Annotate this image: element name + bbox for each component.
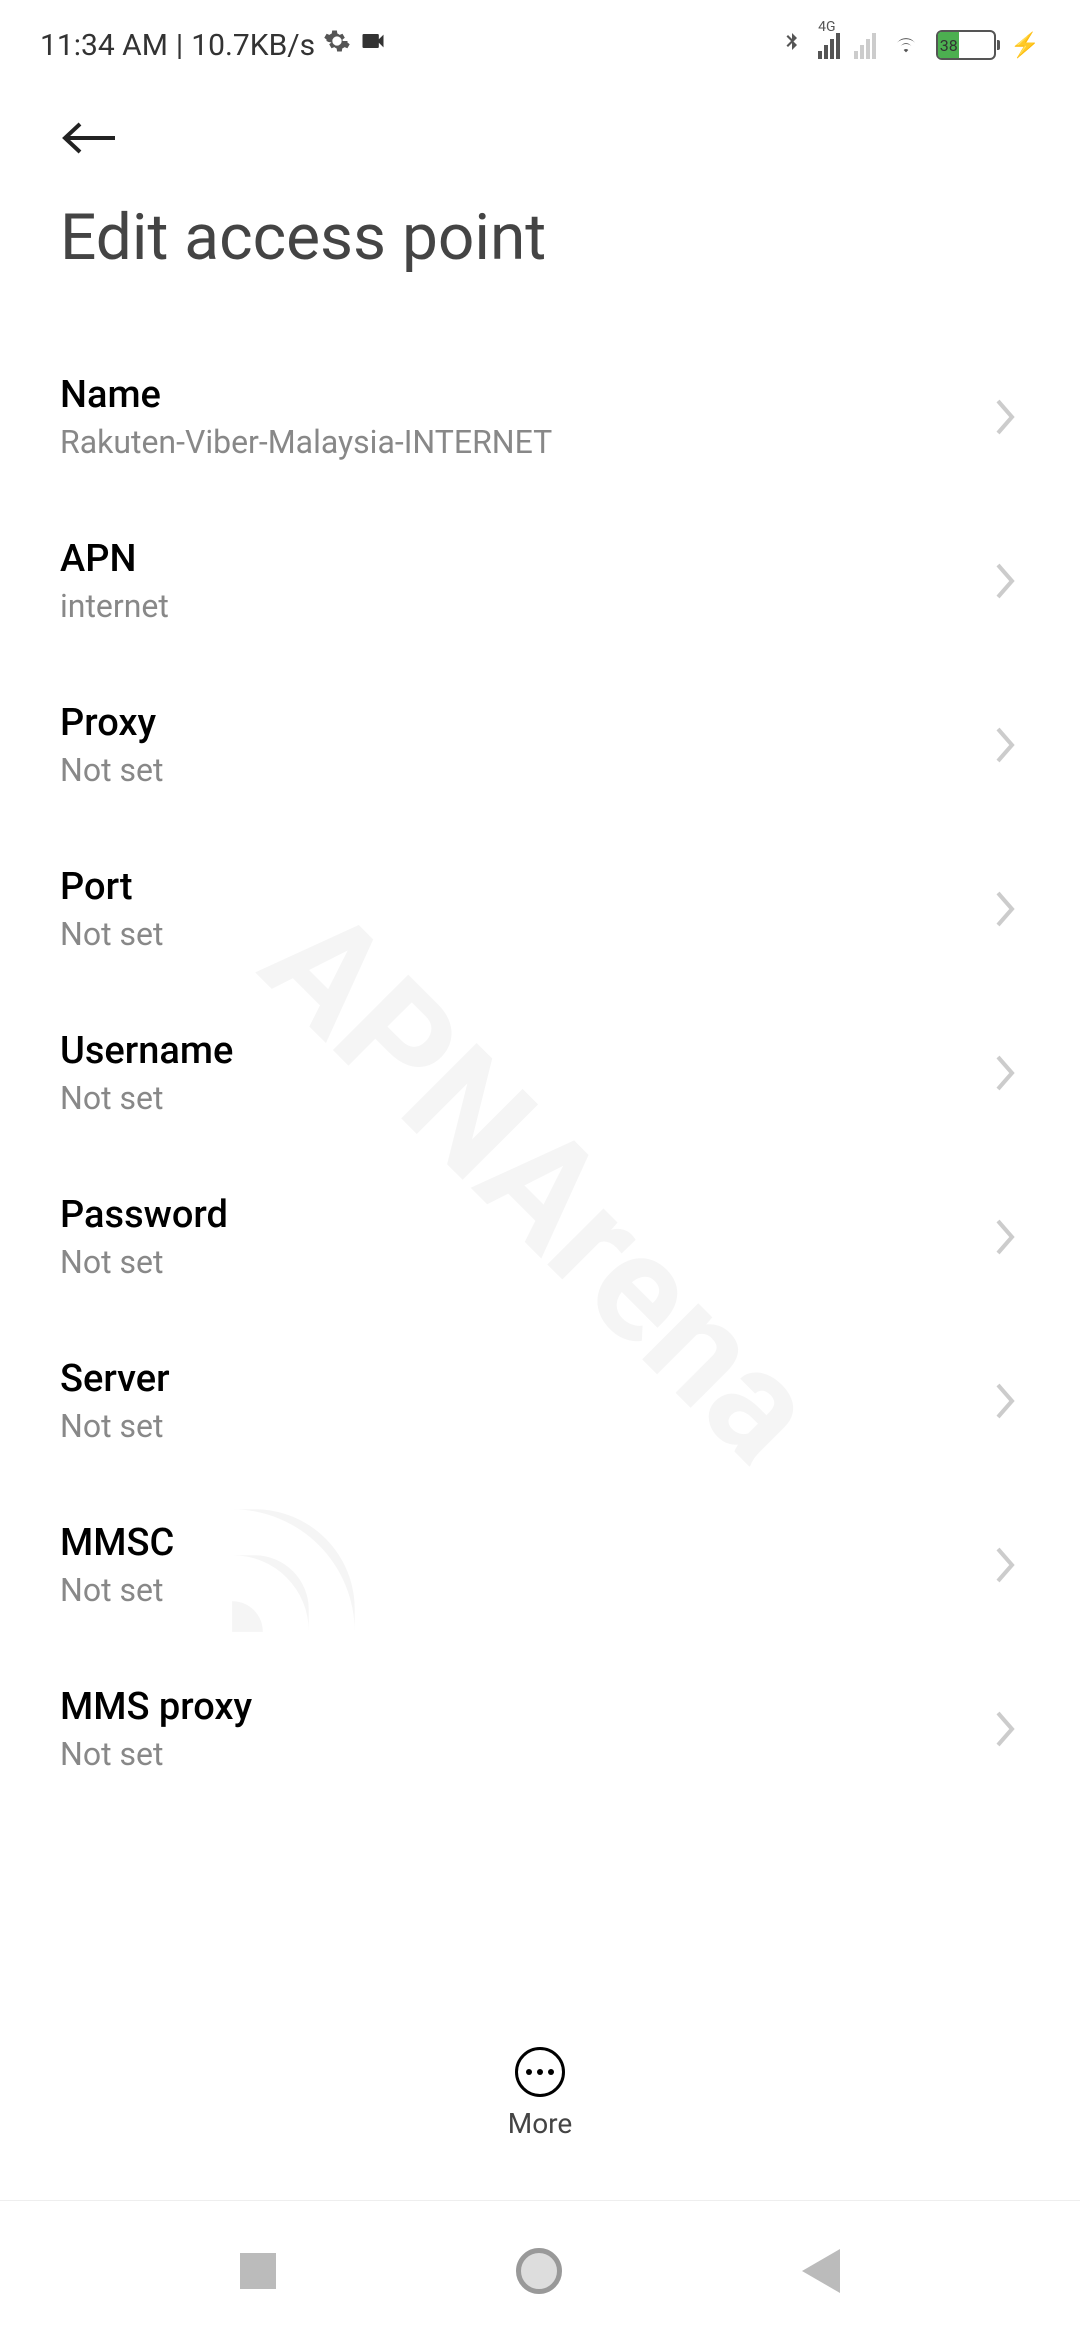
- setting-row-server[interactable]: Server Not set: [60, 1319, 1020, 1483]
- setting-row-password[interactable]: Password Not set: [60, 1155, 1020, 1319]
- setting-value: Not set: [60, 1407, 170, 1445]
- setting-label: Proxy: [60, 701, 163, 745]
- setting-row-username[interactable]: Username Not set: [60, 991, 1020, 1155]
- setting-label: Server: [60, 1357, 170, 1401]
- wifi-icon: [890, 29, 922, 61]
- setting-row-mmsc[interactable]: MMSC Not set: [60, 1483, 1020, 1647]
- camera-icon: [359, 27, 387, 63]
- setting-value: Not set: [60, 1571, 174, 1609]
- navigation-bar: [0, 2200, 1080, 2340]
- settings-list: APNArena Name Rakuten-Viber-Malaysia-INT…: [0, 335, 1080, 2035]
- setting-row-proxy[interactable]: Proxy Not set: [60, 663, 1020, 827]
- setting-row-mms-proxy[interactable]: MMS proxy Not set: [60, 1647, 1020, 1811]
- chevron-right-icon: [992, 1709, 1020, 1749]
- setting-value: Rakuten-Viber-Malaysia-INTERNET: [60, 423, 552, 461]
- chevron-right-icon: [992, 561, 1020, 601]
- gear-icon: [323, 27, 351, 63]
- more-button[interactable]: More: [0, 2047, 1080, 2140]
- battery-icon: 38: [936, 30, 996, 60]
- signal-secondary: [854, 31, 876, 59]
- setting-label: Password: [60, 1193, 228, 1237]
- status-data-rate: 10.7KB/s: [191, 28, 315, 63]
- setting-label: Username: [60, 1029, 233, 1073]
- setting-label: Name: [60, 373, 552, 417]
- setting-value: internet: [60, 587, 169, 625]
- charging-icon: ⚡: [1010, 31, 1040, 59]
- setting-value: Not set: [60, 915, 163, 953]
- setting-value: Not set: [60, 1079, 233, 1117]
- setting-row-name[interactable]: Name Rakuten-Viber-Malaysia-INTERNET: [60, 335, 1020, 499]
- more-icon: [515, 2047, 565, 2097]
- nav-recents-button[interactable]: [240, 2253, 276, 2289]
- status-left: 11:34 AM | 10.7KB/s: [40, 27, 387, 63]
- signal-4g: 4G: [818, 31, 840, 59]
- back-button[interactable]: [0, 80, 1080, 190]
- setting-row-apn[interactable]: APN internet: [60, 499, 1020, 663]
- status-bar: 11:34 AM | 10.7KB/s 4G: [0, 0, 1080, 80]
- status-separator: |: [176, 28, 183, 63]
- setting-value: Not set: [60, 1735, 252, 1773]
- chevron-right-icon: [992, 1545, 1020, 1585]
- more-label: More: [508, 2107, 573, 2140]
- chevron-right-icon: [992, 1381, 1020, 1421]
- chevron-right-icon: [992, 725, 1020, 765]
- chevron-right-icon: [992, 889, 1020, 929]
- setting-label: MMS proxy: [60, 1685, 252, 1729]
- status-time: 11:34 AM: [40, 28, 168, 63]
- chevron-right-icon: [992, 1053, 1020, 1093]
- nav-back-button[interactable]: [802, 2249, 840, 2293]
- bluetooth-icon: [780, 28, 804, 62]
- chevron-right-icon: [992, 1217, 1020, 1257]
- setting-label: APN: [60, 537, 169, 581]
- setting-value: Not set: [60, 751, 163, 789]
- setting-label: MMSC: [60, 1521, 174, 1565]
- status-right: 4G 38 ⚡: [780, 28, 1040, 62]
- setting-value: Not set: [60, 1243, 228, 1281]
- chevron-right-icon: [992, 397, 1020, 437]
- nav-home-button[interactable]: [516, 2248, 562, 2294]
- setting-row-port[interactable]: Port Not set: [60, 827, 1020, 991]
- setting-label: Port: [60, 865, 163, 909]
- page-title: Edit access point: [0, 190, 1080, 335]
